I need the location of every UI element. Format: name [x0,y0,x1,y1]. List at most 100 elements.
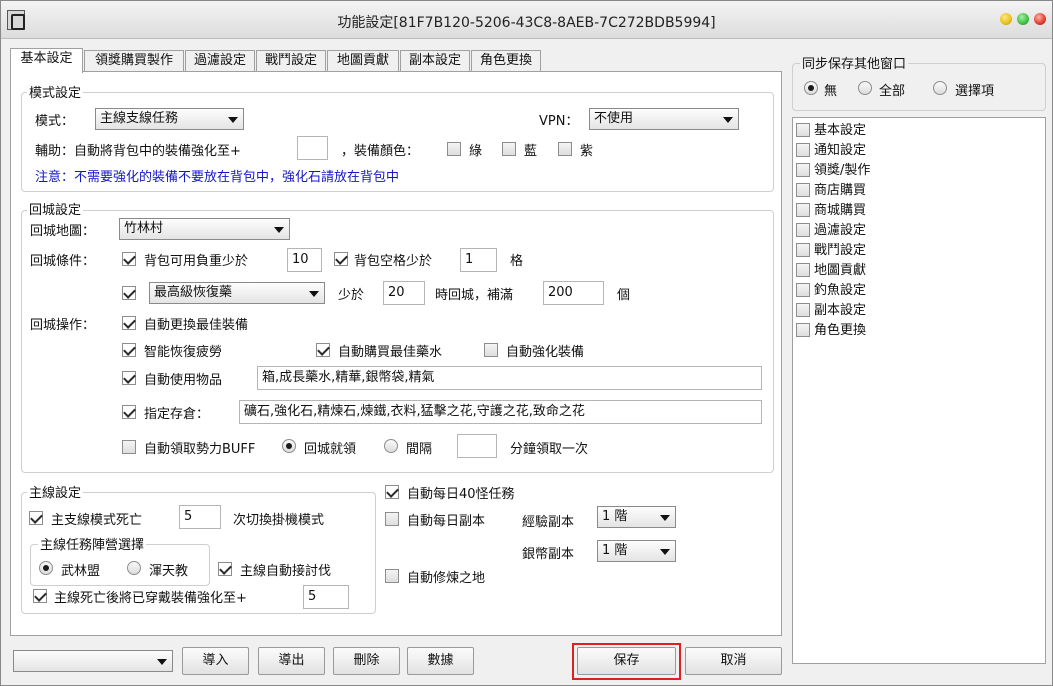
training-ground-label: 自動修煉之地 [407,571,486,586]
list-item-checkbox[interactable] [796,142,810,157]
maximize-button[interactable] [1017,13,1029,25]
exp-dungeon-select[interactable]: 1 階 [597,506,676,528]
daily-dungeon-checkbox[interactable] [385,512,399,526]
minimize-button[interactable] [1000,13,1012,25]
data-button[interactable]: 數據 [407,647,474,675]
mode-select[interactable]: 主線支線任務 [95,108,244,130]
sync-select-radio[interactable] [933,81,947,95]
training-ground-checkbox[interactable] [385,569,399,583]
potion-checkbox[interactable] [122,286,136,300]
purple-checkbox[interactable] [558,142,572,156]
space-label: 背包空格少於 [354,254,433,269]
list-item-checkbox[interactable] [796,282,810,297]
auto-best-equip-checkbox[interactable] [122,316,136,330]
list-item[interactable]: 角色更換 [796,322,866,342]
vpn-select[interactable]: 不使用 [589,108,739,130]
tab-filter[interactable]: 過濾設定 [185,50,255,72]
chevron-down-icon [274,227,284,233]
save-button[interactable]: 保存 [577,647,676,675]
death-switch-input[interactable]: 5 [179,505,221,529]
sync-none-radio[interactable] [804,81,818,95]
list-item[interactable]: 通知設定 [796,142,866,162]
close-button[interactable] [1034,13,1046,25]
tab-character[interactable]: 角色更換 [471,50,541,72]
potion-select[interactable]: 最高級恢復藥 [149,282,325,304]
list-item-checkbox[interactable] [796,122,810,137]
auto-enhance-checkbox[interactable] [484,343,498,357]
list-item-checkbox[interactable] [796,162,810,177]
chevron-down-icon [660,549,670,555]
green-checkbox[interactable] [447,142,461,156]
list-item-checkbox[interactable] [796,302,810,317]
daily-40-checkbox[interactable] [385,485,399,499]
purple-label: 紫 [580,144,594,159]
profile-select[interactable] [13,650,173,672]
sync-none-label: 無 [824,84,838,99]
death-enhance-input[interactable]: 5 [303,585,349,609]
silver-dungeon-select[interactable]: 1 階 [597,540,676,562]
silver-dungeon-label: 銀幣副本 [522,547,575,562]
blue-checkbox[interactable] [502,142,516,156]
smart-recover-checkbox[interactable] [122,343,136,357]
space-input[interactable]: 1 [460,248,497,272]
tab-map[interactable]: 地圖貢獻 [327,50,399,72]
faction-a-radio[interactable] [39,561,53,575]
daily-40-label: 自動每日40怪任務 [407,487,515,502]
list-item[interactable]: 地圖貢獻 [796,262,866,282]
cancel-button[interactable]: 取消 [685,647,782,675]
weight-checkbox[interactable] [122,252,136,266]
interval-radio[interactable] [384,439,398,453]
list-item[interactable]: 商店購買 [796,182,866,202]
blue-label: 藍 [524,144,538,159]
list-item-label: 通知設定 [814,143,867,158]
storage-checkbox[interactable] [122,405,136,419]
auto-buy-potion-checkbox[interactable] [316,343,330,357]
death-enhance-checkbox[interactable] [33,589,47,603]
auto-use-items-input[interactable]: 箱,成長藥水,精華,銀幣袋,精氣 [257,366,762,390]
list-item[interactable]: 副本設定 [796,302,866,322]
less-input[interactable]: 20 [383,281,425,305]
weight-input[interactable]: 10 [287,248,322,272]
list-item[interactable]: 戰鬥設定 [796,242,866,262]
tab-dungeon[interactable]: 副本設定 [400,50,470,72]
list-item-label: 商店購買 [814,183,867,198]
list-item[interactable]: 過濾設定 [796,222,866,242]
chevron-down-icon [660,515,670,521]
return-map-select[interactable]: 竹林村 [119,218,290,240]
death-switch-checkbox[interactable] [29,511,43,525]
sync-all-radio[interactable] [858,81,872,95]
interval-input[interactable] [457,434,497,458]
faction-b-radio[interactable] [127,561,141,575]
assist-label: 輔助：自動將背包中的裝備強化至+ [35,144,241,159]
refill-input[interactable]: 200 [543,281,604,305]
tab-rewards[interactable]: 領獎購買製作 [84,50,184,72]
list-item[interactable]: 釣魚設定 [796,282,866,302]
list-item[interactable]: 領獎/製作 [796,162,870,182]
export-button[interactable]: 導出 [258,647,325,675]
list-item-label: 領獎/製作 [814,163,871,178]
tab-basic[interactable]: 基本設定 [10,48,83,73]
list-item-checkbox[interactable] [796,262,810,277]
on-return-radio[interactable] [282,439,296,453]
sync-all-label: 全部 [879,84,906,99]
faction-group-title: 主線任務陣營選擇 [38,534,147,553]
space-checkbox[interactable] [334,252,348,266]
delete-button[interactable]: 刪除 [333,647,400,675]
chevron-down-icon [723,117,733,123]
refill-label: 時回城，補滿 [435,288,514,303]
list-item-checkbox[interactable] [796,242,810,257]
storage-input[interactable]: 礦石,強化石,精煉石,煉鐵,衣料,猛擊之花,守護之花,致命之花 [239,400,762,424]
list-item[interactable]: 商城購買 [796,202,866,222]
weight-label: 背包可用負重少於 [144,254,249,269]
import-button[interactable]: 導入 [182,647,249,675]
auto-use-items-checkbox[interactable] [122,371,136,385]
list-item-checkbox[interactable] [796,202,810,217]
list-item[interactable]: 基本設定 [796,122,866,142]
tab-combat[interactable]: 戰鬥設定 [256,50,326,72]
list-item-checkbox[interactable] [796,222,810,237]
auto-accept-checkbox[interactable] [218,562,232,576]
list-item-checkbox[interactable] [796,182,810,197]
buff-checkbox[interactable] [122,440,136,454]
enhance-level-input[interactable] [297,136,328,160]
list-item-checkbox[interactable] [796,322,810,337]
